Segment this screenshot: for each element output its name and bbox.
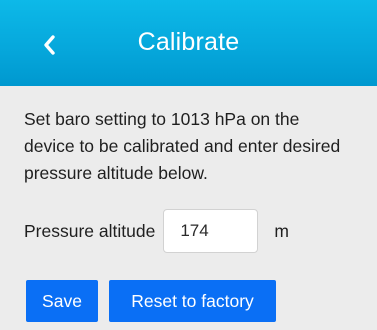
altitude-unit-label: m bbox=[274, 220, 289, 241]
pressure-altitude-input[interactable] bbox=[163, 209, 259, 253]
reset-to-factory-button[interactable]: Reset to factory bbox=[109, 280, 276, 322]
page-title: Calibrate bbox=[137, 28, 240, 56]
save-button[interactable]: Save bbox=[26, 280, 98, 322]
calibrate-screen: Calibrate Set baro setting to 1013 hPa o… bbox=[0, 0, 377, 330]
header-bar: Calibrate bbox=[0, 0, 377, 86]
pressure-altitude-row: Pressure altitude m bbox=[24, 208, 289, 254]
instructions-text: Set baro setting to 1013 hPa on the devi… bbox=[24, 109, 341, 183]
pressure-altitude-label: Pressure altitude bbox=[24, 220, 156, 241]
